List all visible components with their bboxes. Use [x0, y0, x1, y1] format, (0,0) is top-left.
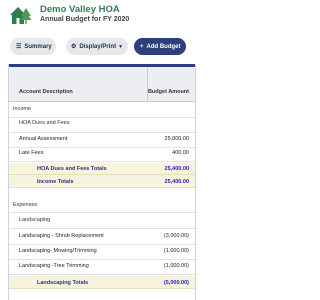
org-name: Demo Valley HOA — [40, 4, 120, 15]
totals-label: Landscaping Totals — [37, 280, 89, 286]
totals-amount: 25,400.00 — [164, 179, 189, 185]
group-label: HOA Dues and Fees — [19, 120, 70, 126]
table-header-strip — [9, 64, 195, 67]
table-header: Account Description Budget Amount — [9, 64, 195, 102]
income-totals-row: Income Totals 25,400.00 — [9, 175, 195, 188]
totals-label: Income Totals — [37, 179, 74, 185]
add-budget-button[interactable]: + Add Budget — [134, 38, 186, 55]
row-amount: 400.00 — [172, 150, 189, 156]
section-label: Expenses — [13, 202, 38, 208]
summary-button-label: Summary — [24, 43, 52, 50]
row-description: Landscaping- Mowing/Trimming — [19, 248, 97, 254]
house-tree-logo — [10, 7, 32, 24]
row-amount: (1,000.00) — [163, 248, 189, 254]
row-description: Landscaping - Shrub Replacement — [19, 233, 104, 239]
toolbar: ☰ Summary ⚙ Display/Print ▼ + Add Budget — [0, 38, 205, 58]
group-label: Landscaping — [19, 217, 51, 223]
divider — [9, 212, 195, 213]
summary-button[interactable]: ☰ Summary — [10, 38, 56, 55]
table-row[interactable]: Annual Assessment 25,000.00 — [9, 136, 195, 148]
gear-icon: ⚙ — [71, 43, 77, 50]
chevron-down-icon: ▼ — [118, 43, 124, 50]
divider — [9, 228, 195, 229]
row-description: Late Fees — [19, 150, 44, 156]
row-description: Annual Assessment — [19, 136, 68, 142]
hoa-totals-row: HOA Dues and Fees Totals 25,400.00 — [9, 163, 195, 175]
display-print-button[interactable]: ⚙ Display/Print ▼ — [66, 38, 128, 55]
landscaping-totals-row: Landscaping Totals (5,000.00) — [9, 276, 195, 289]
totals-label: HOA Dues and Fees Totals — [37, 166, 107, 172]
table-row[interactable]: Landscaping- Mowing/Trimming (1,000.00) — [9, 248, 195, 260]
page-subtitle: Annual Budget for FY 2020 — [40, 16, 130, 23]
plus-icon: + — [140, 43, 144, 50]
add-budget-button-label: Add Budget — [146, 43, 181, 50]
menu-lines-icon: ☰ — [16, 43, 22, 50]
section-label: Income — [13, 106, 32, 112]
display-print-button-label: Display/Print — [79, 43, 117, 50]
row-amount: 25,000.00 — [164, 136, 189, 142]
column-header-amount: Budget Amount — [147, 89, 189, 95]
table-row[interactable]: Landscaping - Shrub Replacement (3,000.0… — [9, 233, 195, 245]
table-row[interactable]: Late Fees 400.00 — [9, 150, 195, 162]
table-row[interactable]: Landscaping -Tree Trimming (1,000.00) — [9, 263, 195, 275]
totals-amount: (5,000.00) — [163, 280, 189, 286]
app-header: Demo Valley HOA Annual Budget for FY 202… — [0, 0, 205, 32]
divider — [9, 132, 195, 133]
column-header-description: Account Description — [19, 89, 73, 95]
row-amount: (1,000.00) — [163, 263, 189, 269]
column-divider — [147, 67, 148, 102]
row-description: Landscaping -Tree Trimming — [19, 263, 89, 269]
row-amount: (3,000.00) — [163, 233, 189, 239]
divider — [9, 117, 195, 118]
group-hoa-dues: HOA Dues and Fees — [9, 120, 195, 132]
totals-amount: 25,400.00 — [164, 166, 189, 172]
budget-table: Account Description Budget Amount Income… — [8, 64, 196, 300]
